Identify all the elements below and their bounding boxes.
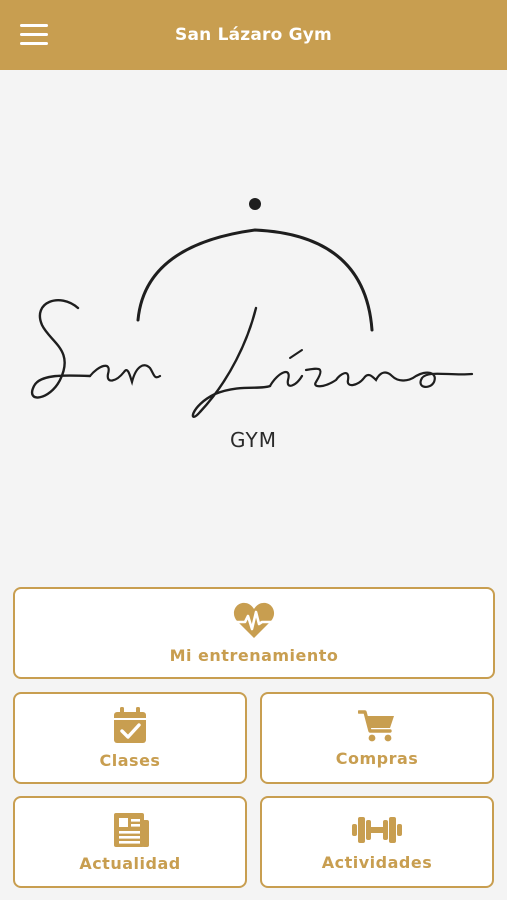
- hamburger-menu-icon[interactable]: [20, 24, 50, 46]
- gym-logo: [30, 198, 474, 418]
- actividades-button[interactable]: Actividades: [260, 796, 494, 888]
- clases-button[interactable]: Clases: [13, 692, 247, 784]
- heartbeat-icon: [233, 602, 275, 638]
- app-header: San Lázaro Gym: [0, 0, 507, 70]
- shopping-cart-icon: [358, 709, 394, 741]
- app-title: San Lázaro Gym: [175, 25, 332, 45]
- training-label: Mi entrenamiento: [169, 645, 339, 665]
- actualidad-button[interactable]: Actualidad: [13, 796, 247, 888]
- calendar-check-icon: [114, 706, 146, 743]
- clases-label: Clases: [99, 750, 161, 770]
- logo-gym-text: GYM: [230, 428, 277, 452]
- dumbbell-icon: [352, 816, 402, 843]
- actividades-label: Actividades: [321, 852, 433, 872]
- compras-button[interactable]: Compras: [260, 692, 494, 784]
- newspaper-icon: [114, 812, 149, 847]
- training-button[interactable]: Mi entrenamiento: [13, 587, 495, 679]
- actualidad-label: Actualidad: [79, 853, 181, 873]
- compras-label: Compras: [335, 748, 419, 768]
